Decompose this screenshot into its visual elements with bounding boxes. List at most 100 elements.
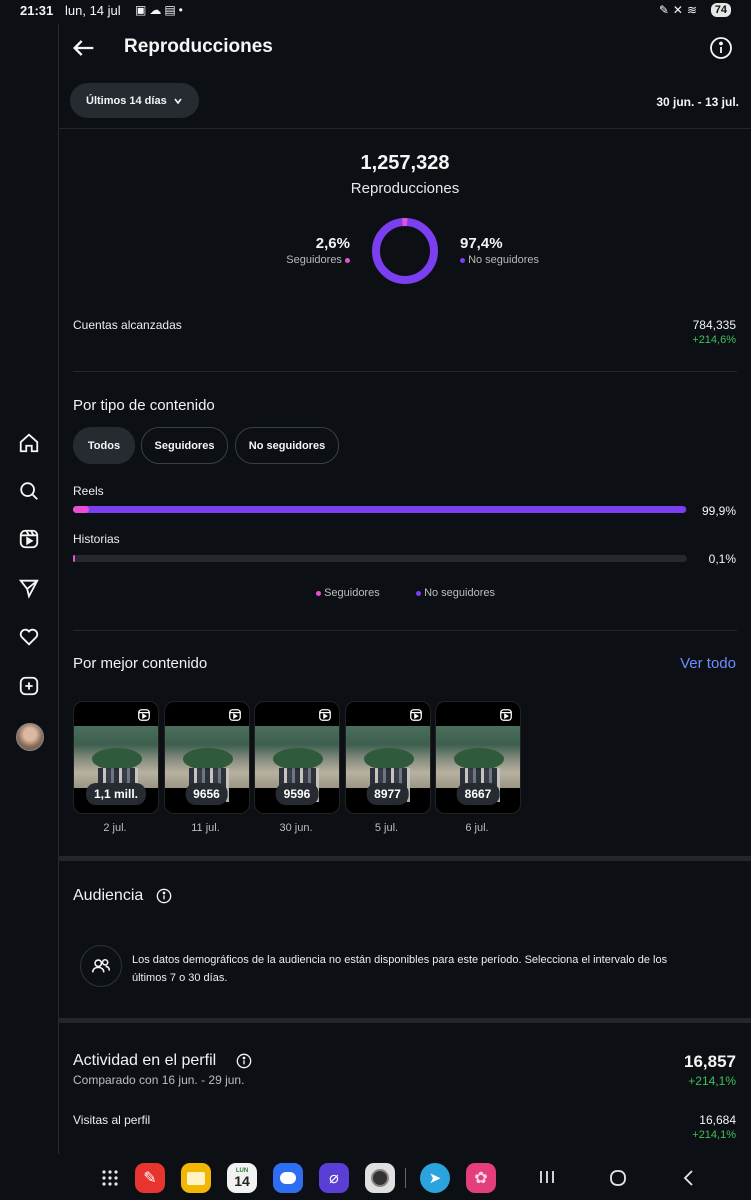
- nonfollowers-share: 97,4% No seguidores: [460, 235, 580, 266]
- top-content-reel[interactable]: 8667: [435, 701, 521, 814]
- audience-info-icon[interactable]: [156, 888, 172, 904]
- divider: [73, 371, 737, 372]
- reels-followers-fill: [73, 506, 89, 513]
- date-range-dropdown[interactable]: Últimos 14 días: [70, 83, 199, 118]
- legend-nonfollowers-label: No seguidores: [424, 587, 495, 599]
- create-icon[interactable]: [16, 673, 42, 699]
- reel-view-count: 9596: [275, 783, 319, 805]
- notes-app-icon[interactable]: ✎: [135, 1163, 165, 1193]
- battery-level: 74: [710, 3, 731, 17]
- legend-nonfollowers-dot: [416, 590, 421, 596]
- followers-percent: 2,6%: [315, 235, 350, 252]
- legend-followers: Seguidores: [316, 587, 380, 599]
- reel-view-count: 8667: [456, 783, 500, 805]
- chip-nonfollowers[interactable]: No seguidores: [235, 427, 339, 464]
- see-all-link[interactable]: Ver todo: [680, 655, 736, 672]
- gallery-app-icon[interactable]: ✿: [466, 1163, 496, 1193]
- telegram-app-icon[interactable]: ➤: [420, 1163, 450, 1193]
- content-type-title: Por tipo de contenido: [73, 397, 215, 414]
- stories-label: Historias: [73, 532, 120, 546]
- browser-app-icon[interactable]: ⌀: [319, 1163, 349, 1193]
- followers-label: Seguidores: [286, 254, 342, 266]
- reel-icon: [409, 709, 422, 721]
- total-views: 1,257,328: [360, 152, 450, 174]
- people-icon: [80, 945, 122, 987]
- calendar-app-icon[interactable]: LUN 14: [227, 1163, 257, 1193]
- reels-bar: [73, 506, 687, 513]
- back-button-icon[interactable]: [680, 1168, 698, 1188]
- profile-visits-change: +214,1%: [692, 1129, 736, 1141]
- top-content-reel[interactable]: 9656: [163, 701, 250, 814]
- followers-dot: [345, 257, 350, 263]
- page-title: Reproducciones: [124, 36, 273, 57]
- top-content-title: Por mejor contenido: [73, 655, 208, 672]
- heart-icon[interactable]: [16, 624, 42, 650]
- recents-button-icon[interactable]: [538, 1168, 556, 1186]
- reel-date: 30 jun.: [279, 822, 313, 834]
- audience-title: Audiencia: [73, 887, 144, 904]
- camera-app-icon[interactable]: [365, 1163, 395, 1193]
- home-button-icon[interactable]: [608, 1168, 628, 1188]
- legend-followers-dot: [316, 590, 321, 596]
- top-content-reel[interactable]: 8977: [344, 701, 431, 814]
- date-range-label: Últimos 14 días: [86, 94, 167, 107]
- reel-date: 11 jul.: [191, 822, 220, 834]
- notification-icons: ▣☁▤•: [135, 3, 186, 17]
- profile-activity-info-icon[interactable]: [236, 1053, 252, 1069]
- chip-all[interactable]: Todos: [73, 427, 135, 464]
- info-icon[interactable]: [709, 36, 733, 60]
- stories-followers-fill: [73, 555, 75, 562]
- accounts-reached-value: 784,335: [692, 318, 736, 332]
- legend-nonfollowers: No seguidores: [416, 587, 495, 599]
- reel-icon: [138, 709, 150, 721]
- chip-followers[interactable]: Seguidores: [141, 427, 228, 464]
- audience-message: Los datos demográficos de la audiencia n…: [132, 954, 668, 984]
- reel-icon: [319, 709, 331, 721]
- files-app-icon[interactable]: [181, 1163, 211, 1193]
- status-date: lun, 14 jul: [65, 3, 121, 18]
- reels-nonfollowers-fill: [73, 506, 687, 513]
- status-bar: 21:31 lun, 14 jul ▣☁▤• ✎✕≋ 74: [0, 0, 751, 24]
- system-icons: ✎✕≋: [658, 3, 701, 17]
- nonfollowers-percent: 97,4%: [460, 235, 503, 252]
- app-drawer-icon[interactable]: [100, 1168, 120, 1188]
- reel-thumbnail-image: [74, 726, 158, 802]
- reel-thumbnail-image: [345, 726, 430, 802]
- reel-thumbnail-image: [255, 726, 339, 802]
- reel-view-count: 8977: [366, 783, 409, 805]
- profile-activity-title: Actividad en el perfil: [73, 1052, 217, 1069]
- stories-value: 0,1%: [708, 552, 736, 566]
- reels-icon[interactable]: [16, 526, 42, 552]
- divider: [73, 630, 737, 631]
- top-content-reel[interactable]: 9596: [254, 701, 340, 814]
- profile-activity-change: +214,1%: [688, 1074, 736, 1088]
- reel-view-count: 9656: [185, 783, 228, 805]
- reel-thumbnail-image: [164, 726, 249, 802]
- direct-messages-icon[interactable]: [16, 575, 42, 601]
- legend-followers-label: Seguidores: [324, 587, 380, 599]
- reel-date: 2 jul.: [103, 822, 127, 834]
- home-icon[interactable]: [16, 430, 42, 456]
- followers-share: 2,6% Seguidores: [270, 235, 350, 266]
- divider: [58, 1018, 751, 1023]
- reel-icon: [500, 709, 512, 721]
- reels-label: Reels: [73, 484, 104, 498]
- accounts-reached-change: +214,6%: [692, 334, 736, 346]
- reel-view-count: 1,1 mill.: [85, 783, 147, 805]
- profile-visits-label: Visitas al perfil: [73, 1113, 151, 1127]
- reel-icon: [228, 709, 241, 721]
- search-icon[interactable]: [16, 478, 42, 504]
- messages-app-icon[interactable]: [273, 1163, 303, 1193]
- dock-separator: [405, 1168, 406, 1188]
- top-content-reel[interactable]: 1,1 mill.: [73, 701, 159, 814]
- reel-date: 5 jul.: [374, 822, 399, 834]
- reels-value: 99,9%: [701, 504, 736, 518]
- chevron-down-icon: [174, 98, 182, 104]
- followers-donut-chart: [372, 218, 438, 284]
- accounts-reached-label: Cuentas alcanzadas: [73, 318, 182, 332]
- profile-avatar[interactable]: [16, 723, 44, 751]
- stories-bar: [73, 555, 687, 562]
- calendar-day: 14: [234, 1173, 250, 1189]
- back-arrow-icon[interactable]: [70, 34, 98, 62]
- reel-date: 6 jul.: [465, 822, 489, 834]
